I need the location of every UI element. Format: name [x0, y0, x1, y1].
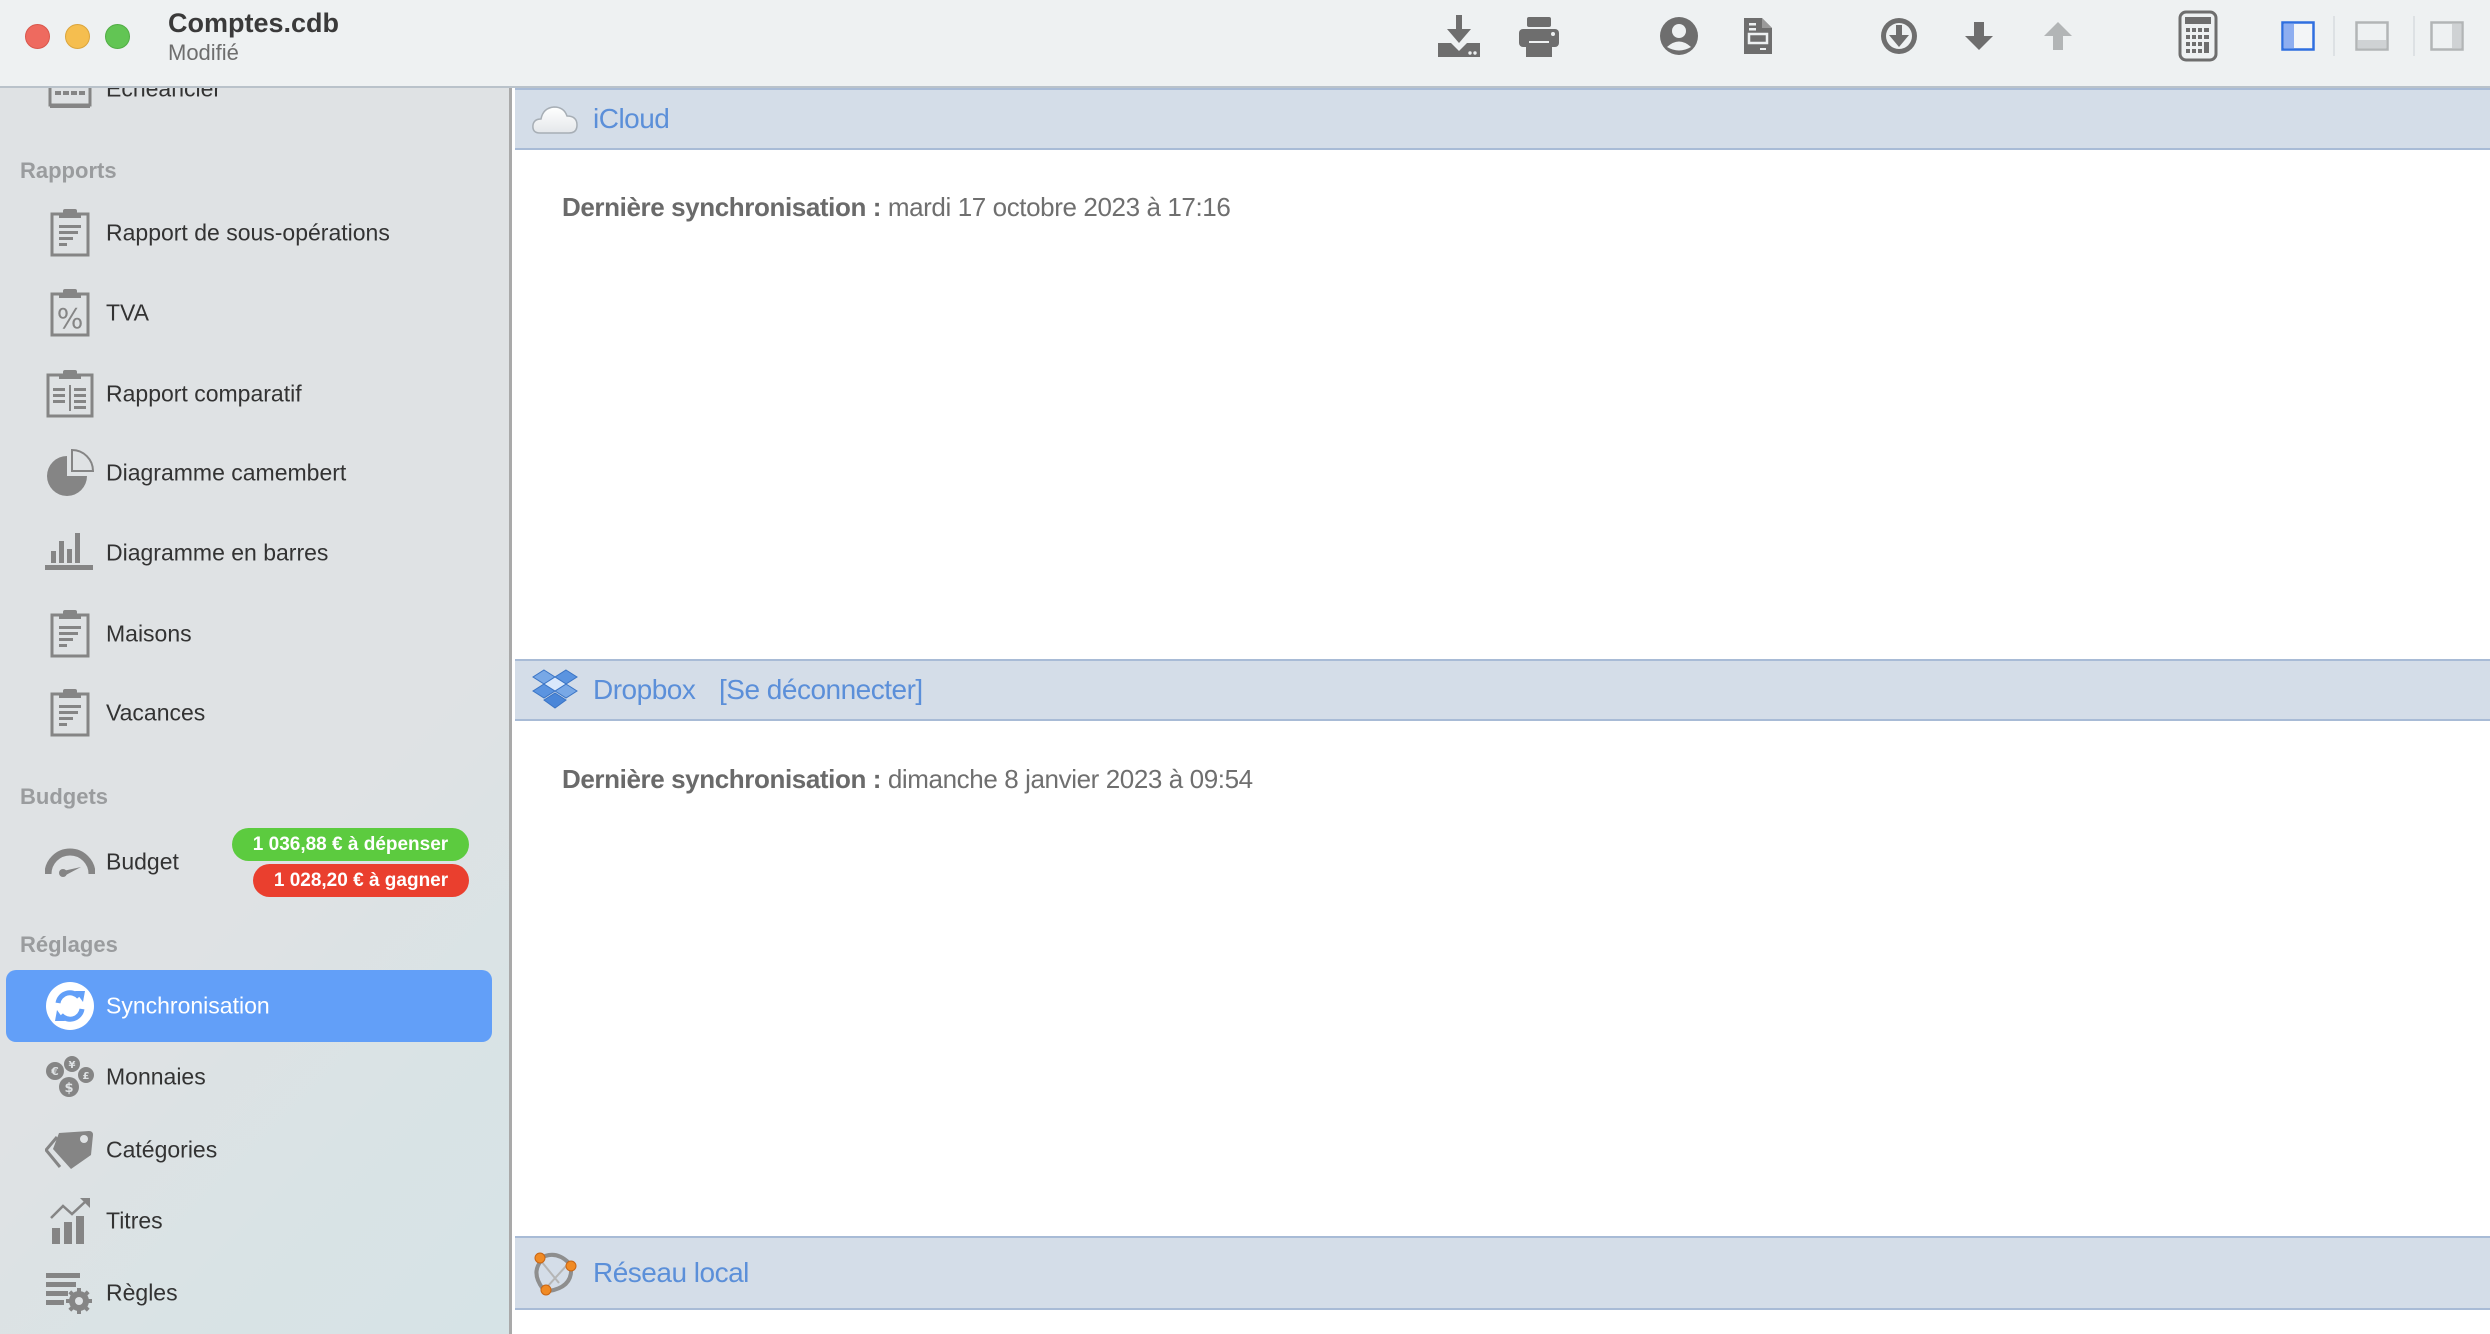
- sidebar-item-diagramme-barres[interactable]: Diagramme en barres: [6, 517, 492, 589]
- sidebar-item-label: Titres: [106, 1207, 163, 1234]
- close-window-button[interactable]: [25, 24, 50, 49]
- user-circle-icon: [1659, 16, 1699, 56]
- calendar-icon: [42, 88, 98, 117]
- last-sync-value: dimanche 8 janvier 2023 à 09:54: [887, 764, 1253, 794]
- layout-right-panel-icon: [2430, 21, 2464, 51]
- sync-settings-panel: iCloud Dernière synchronisation : mardi …: [515, 88, 2490, 1334]
- last-sync-label: Dernière synchronisation :: [562, 764, 882, 794]
- stocks-chart-icon: [42, 1193, 98, 1249]
- clipboard-list-icon: [42, 606, 98, 662]
- report-button[interactable]: [1732, 14, 1784, 58]
- bar-chart-icon: [42, 525, 98, 581]
- clipboard-list-icon: [42, 205, 98, 261]
- section-header-reglages: Réglages: [20, 932, 118, 957]
- icloud-last-sync: Dernière synchronisation : mardi 17 octo…: [562, 192, 1231, 223]
- svg-text:$: $: [64, 1081, 73, 1096]
- sidebar-item-echeancier[interactable]: Échéancier: [6, 88, 492, 125]
- sidebar-item-diagramme-camembert[interactable]: Diagramme camembert: [6, 437, 492, 509]
- sidebar-item-label: Catégories: [106, 1136, 218, 1163]
- account-button[interactable]: [1653, 14, 1705, 58]
- sidebar-item-label: TVA: [106, 299, 150, 326]
- layout-bottom-panel-icon: [2355, 21, 2389, 51]
- sidebar-item-label: Diagramme en barres: [106, 539, 329, 566]
- dropbox-title: Dropbox: [593, 674, 696, 705]
- dropbox-section-header: Dropbox [Se déconnecter]: [515, 659, 2490, 721]
- sidebar-item-tva[interactable]: % TVA: [6, 277, 492, 349]
- title-bar: Comptes.cdb Modifié: [0, 0, 2490, 88]
- pie-chart-icon: [42, 445, 98, 501]
- layout-left-panel-icon: [2281, 21, 2315, 51]
- window-subtitle: Modifié: [168, 40, 239, 65]
- budget-earn-badge: 1 028,20 € à gagner: [253, 864, 469, 897]
- toolbar-separator: [2333, 16, 2335, 56]
- currencies-icon: € ¥ £ $: [42, 1049, 98, 1105]
- section-header-budgets: Budgets: [20, 784, 108, 809]
- window-title: Comptes.cdb: [168, 8, 340, 38]
- sidebar-item-label: Maisons: [106, 620, 192, 647]
- sidebar-item-label: Rapport de sous-opérations: [106, 219, 390, 246]
- arrow-down-icon: [1964, 21, 1994, 51]
- sidebar-item-label: Échéancier: [106, 88, 222, 102]
- sidebar-item-label: Monnaies: [106, 1063, 206, 1090]
- svg-text:%: %: [57, 302, 84, 335]
- move-up-button[interactable]: [2032, 14, 2084, 58]
- icloud-title: iCloud: [593, 103, 670, 134]
- local-network-title: Réseau local: [593, 1257, 749, 1288]
- sidebar-item-categories[interactable]: Catégories: [6, 1114, 492, 1186]
- print-button[interactable]: [1513, 14, 1565, 58]
- sidebar-item-label: Vacances: [106, 699, 206, 726]
- local-network-section-header: Réseau local: [515, 1236, 2490, 1310]
- sidebar-item-rapport-sous-operations[interactable]: Rapport de sous-opérations: [6, 197, 492, 269]
- gauge-icon: [42, 834, 98, 890]
- budget-spend-badge: 1 036,88 € à dépenser: [232, 828, 469, 861]
- sidebar-item-label: Diagramme camembert: [106, 459, 347, 486]
- last-sync-value: mardi 17 octobre 2023 à 17:16: [887, 192, 1231, 222]
- sidebar-item-rapport-comparatif[interactable]: Rapport comparatif: [6, 358, 492, 430]
- sidebar-item-monnaies[interactable]: € ¥ £ $ Monnaies: [6, 1041, 492, 1113]
- rules-gear-icon: [42, 1265, 98, 1321]
- tag-icon: [42, 1122, 98, 1178]
- tray-download-icon: [1436, 13, 1482, 59]
- sync-icon: [42, 978, 98, 1034]
- zoom-window-button[interactable]: [105, 24, 130, 49]
- layout-right-toggle[interactable]: [2421, 14, 2473, 58]
- clipboard-compare-icon: [42, 366, 98, 422]
- circle-arrow-down-icon: [1879, 16, 1919, 56]
- dropbox-last-sync: Dernière synchronisation : dimanche 8 ja…: [562, 764, 1253, 795]
- svg-text:£: £: [83, 1071, 90, 1082]
- calculator-button[interactable]: [2172, 10, 2224, 62]
- sidebar-item-vacances[interactable]: Vacances: [6, 677, 492, 749]
- clipboard-list-icon: [42, 685, 98, 741]
- download-sync-button[interactable]: [1873, 14, 1925, 58]
- move-down-button[interactable]: [1953, 14, 2005, 58]
- sidebar-item-label: Règles: [106, 1279, 178, 1306]
- sidebar-item-label: Budget: [106, 848, 179, 875]
- local-network-icon: [529, 1250, 581, 1296]
- minimize-window-button[interactable]: [65, 24, 90, 49]
- cloud-icon: [529, 96, 581, 142]
- svg-text:¥: ¥: [69, 1060, 76, 1071]
- dropbox-disconnect-link[interactable]: [Se déconnecter]: [719, 674, 923, 706]
- sidebar-item-maisons[interactable]: Maisons: [6, 598, 492, 670]
- sidebar-item-synchronisation[interactable]: Synchronisation: [6, 970, 492, 1042]
- layout-bottom-toggle[interactable]: [2346, 14, 2398, 58]
- document-icon: [1742, 16, 1774, 56]
- sidebar-item-titres[interactable]: Titres: [6, 1185, 492, 1257]
- sidebar-item-regles[interactable]: Règles: [6, 1257, 492, 1329]
- printer-icon: [1517, 15, 1561, 57]
- import-button[interactable]: [1433, 14, 1485, 58]
- toolbar-separator: [2413, 16, 2415, 56]
- last-sync-label: Dernière synchronisation :: [562, 192, 882, 222]
- arrow-up-icon: [2043, 21, 2073, 51]
- section-header-rapports: Rapports: [20, 158, 117, 183]
- clipboard-percent-icon: %: [42, 285, 98, 341]
- sidebar-item-label: Rapport comparatif: [106, 380, 302, 407]
- sidebar: Échéancier Rapports Rapport de sous-opér…: [0, 88, 512, 1334]
- svg-text:€: €: [50, 1065, 59, 1078]
- dropbox-icon: [529, 667, 581, 713]
- calculator-icon: [2178, 10, 2218, 62]
- layout-sidebar-toggle[interactable]: [2272, 14, 2324, 58]
- sidebar-item-label: Synchronisation: [106, 992, 270, 1019]
- icloud-section-header: iCloud: [515, 88, 2490, 150]
